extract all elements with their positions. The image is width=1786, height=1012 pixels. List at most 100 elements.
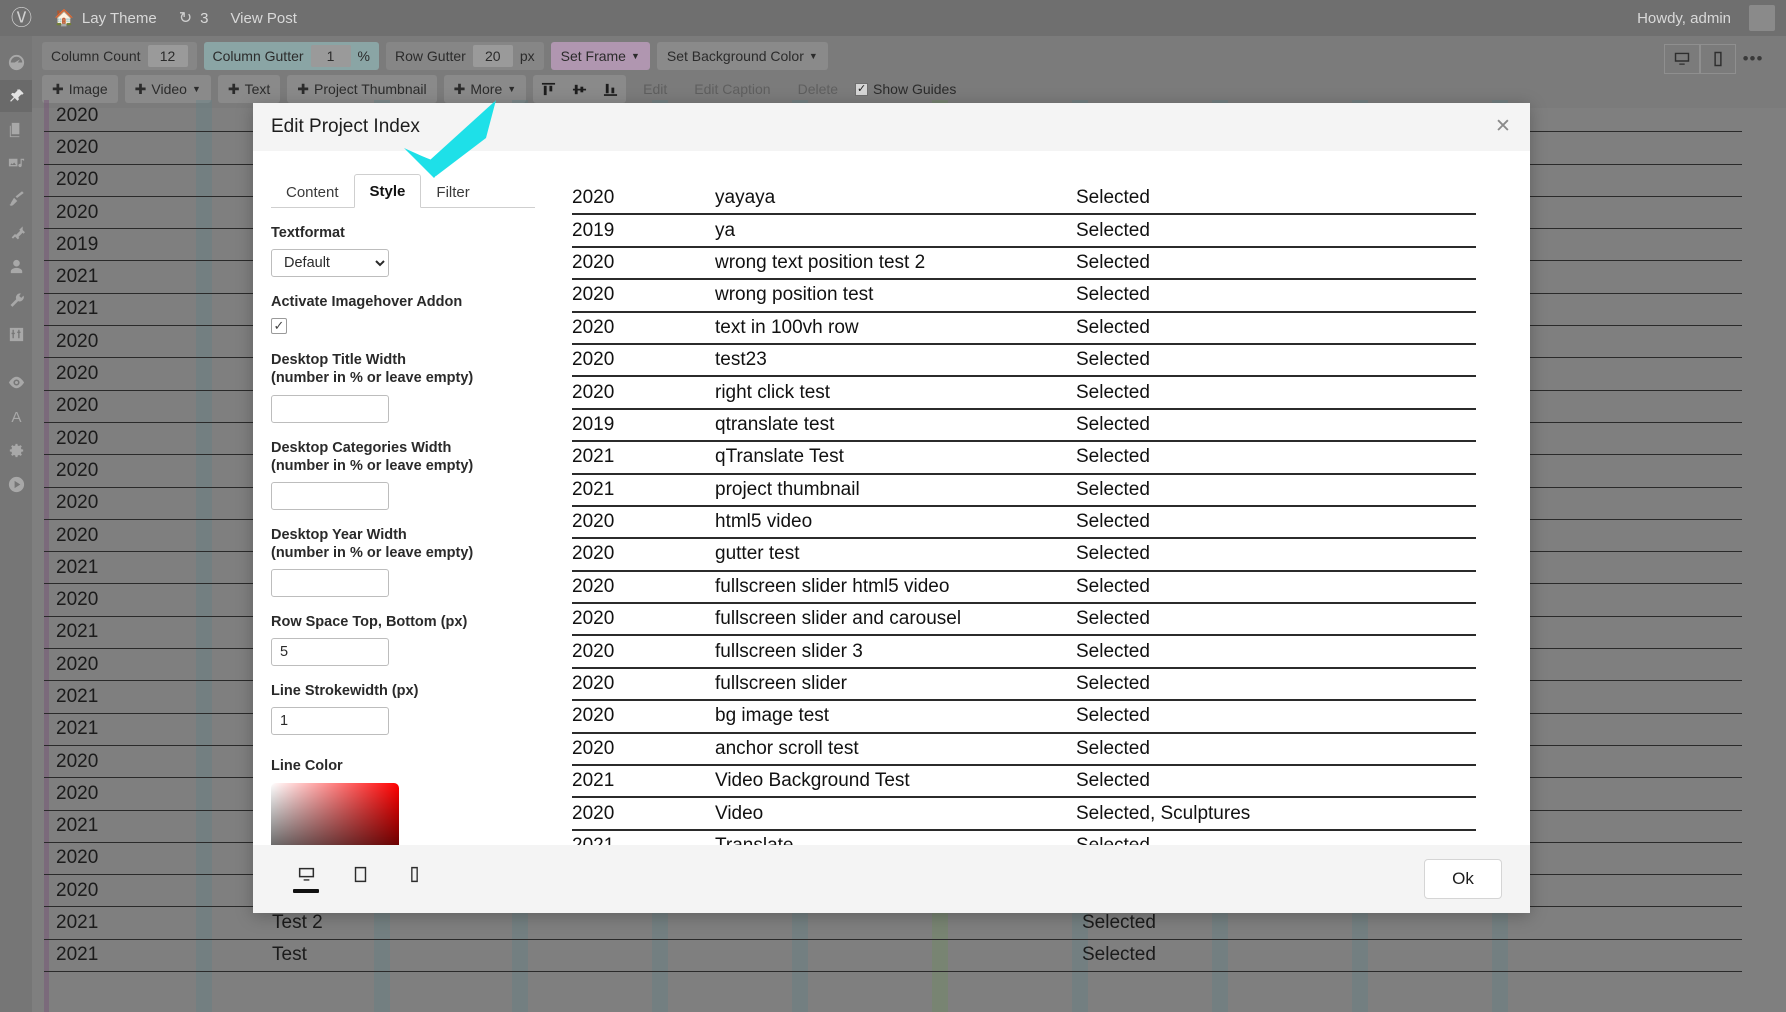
edit-button[interactable]: Edit (633, 75, 677, 103)
sidebar-item-options[interactable] (0, 434, 32, 466)
cell-year: 2021 (56, 685, 99, 707)
desktop-title-width-input[interactable] (271, 394, 389, 423)
close-icon[interactable]: ✕ (1490, 113, 1516, 139)
plug-icon (11, 225, 25, 239)
row-gutter-input[interactable] (472, 45, 513, 67)
table-row[interactable]: 2019 qtranslate test Selected (572, 410, 1476, 443)
set-frame-button[interactable]: Set Frame ▼ (550, 42, 650, 70)
table-row[interactable]: 2020 html5 video Selected (572, 507, 1476, 540)
sidebar-item-plugins[interactable] (0, 216, 32, 248)
table-row[interactable]: 2020 bg image test Selected (572, 701, 1476, 734)
edit-caption-button[interactable]: Edit Caption (684, 75, 780, 103)
comments-menu[interactable]: ↻ 3 (168, 0, 220, 36)
tab-style[interactable]: Style (353, 174, 422, 208)
line-strokewidth-input[interactable] (271, 707, 389, 736)
table-row[interactable]: 2020 wrong position test Selected (572, 280, 1476, 313)
sidebar-item-settings[interactable] (0, 318, 32, 350)
sidebar-item-appearance[interactable] (0, 182, 32, 214)
table-row[interactable]: 2020 wrong text position test 2 Selected (572, 248, 1476, 281)
table-row[interactable]: 2019 ya Selected (572, 215, 1476, 248)
desktop-year-width-input[interactable] (271, 569, 389, 597)
sidebar-item-pages[interactable] (0, 114, 32, 146)
cell-year: 2019 (572, 413, 615, 435)
sidebar-item-typography[interactable]: A (0, 400, 32, 432)
table-row[interactable]: 2021TranslateSelected (572, 831, 1476, 845)
table-row[interactable]: 2021 project thumbnail Selected (572, 475, 1476, 507)
add-video-label: Video (151, 81, 187, 97)
table-row[interactable]: 2020 gutter test Selected (572, 539, 1476, 572)
wp-logo-menu[interactable]: Ⓥ (0, 0, 43, 36)
sidebar-item-pin[interactable] (0, 80, 38, 112)
sidebar-item-preview[interactable] (0, 366, 32, 398)
more-options-button[interactable]: ••• (1736, 44, 1770, 74)
add-more-button[interactable]: ✚ More ▼ (443, 75, 527, 103)
sidebar-item-tools[interactable] (0, 284, 32, 316)
column-count-input[interactable] (147, 45, 188, 67)
set-background-color-button[interactable]: Set Background Color ▼ (656, 42, 828, 70)
howdy-menu[interactable]: Howdy, admin (1626, 0, 1786, 36)
user-icon (10, 259, 22, 273)
align-bottom-button[interactable] (595, 75, 626, 103)
add-project-thumbnail-button[interactable]: ✚ Project Thumbnail (287, 75, 437, 103)
table-row[interactable]: 2020 test23 Selected (572, 345, 1476, 378)
edit-label: Edit (643, 81, 668, 97)
breakpoint-desktop-button[interactable] (289, 865, 323, 893)
breakpoint-tablet-button[interactable] (343, 865, 377, 893)
table-row[interactable]: 2020 text in 100vh row Selected (572, 313, 1476, 345)
letter-a-icon: A (11, 409, 22, 426)
column-gutter-group[interactable]: Column Gutter % (203, 42, 379, 70)
align-middle-button[interactable] (564, 75, 595, 103)
imagehover-checkbox[interactable]: ✓ (271, 317, 535, 335)
sidebar-item-users[interactable] (0, 250, 32, 282)
align-top-button[interactable] (533, 75, 564, 103)
media-icon (8, 158, 24, 167)
delete-label: Delete (797, 81, 839, 97)
tab-content[interactable]: Content (271, 176, 354, 208)
desktop-categories-width-input[interactable] (271, 481, 389, 510)
table-row[interactable]: 2020 right click test Selected (572, 377, 1476, 410)
table-row[interactable]: 2020 fullscreen slider and carousel Select… (572, 604, 1476, 637)
textformat-select[interactable]: Default (271, 249, 389, 278)
table-row[interactable]: 2020 Video Selected, Sculptures (572, 798, 1476, 831)
cell-categories: Selected (1082, 944, 1156, 966)
tab-filter[interactable]: Filter (421, 176, 484, 208)
cell-year: 2020 (572, 543, 615, 565)
table-row[interactable]: 2021 Test Selected (44, 940, 1742, 973)
show-guides-toggle[interactable]: ✓ Show Guides (855, 81, 956, 97)
set-frame-label: Set Frame (560, 48, 626, 64)
add-video-button[interactable]: ✚ Video ▼ (124, 75, 211, 103)
column-count-group[interactable]: Column Count (42, 42, 197, 70)
sidebar-item-player[interactable] (0, 468, 32, 500)
add-image-button[interactable]: ✚ Image (42, 75, 118, 103)
sidebar-item-media[interactable] (0, 148, 32, 180)
cell-title: Test (272, 944, 307, 966)
ok-button[interactable]: Ok (1424, 859, 1502, 899)
table-row[interactable]: 2020 fullscreen slider Selected (572, 669, 1476, 702)
view-post-label: View Post (230, 9, 297, 27)
delete-button[interactable]: Delete (788, 75, 848, 103)
table-row[interactable]: 2020 yayaya Selected (572, 183, 1476, 216)
table-row[interactable]: 2021 qTranslate Test Selected (572, 442, 1476, 475)
color-saturation-value-area[interactable] (271, 783, 399, 845)
imagehover-label: Activate Imagehover Addon (271, 294, 463, 311)
preview-desktop-button[interactable] (1664, 44, 1700, 74)
view-post-link[interactable]: View Post (219, 0, 307, 36)
row-gutter-group[interactable]: Row Gutter px (386, 42, 544, 70)
cell-year: 2020 (572, 511, 615, 533)
table-row[interactable]: 2020 fullscreen slider html5 video Selecte… (572, 572, 1476, 605)
sidebar-item-dashboard[interactable] (0, 46, 32, 78)
table-row[interactable]: 2020 fullscreen slider 3 Selected (572, 636, 1476, 669)
add-text-button[interactable]: ✚ Text (217, 75, 281, 103)
row-space-input[interactable] (271, 638, 389, 667)
cell-year: 2019 (572, 219, 615, 241)
column-gutter-input[interactable] (310, 45, 351, 67)
table-row[interactable]: 2021 Video Background Test Selected (572, 766, 1476, 799)
site-name-menu[interactable]: 🏠 Lay Theme (43, 0, 168, 36)
breakpoint-mobile-button[interactable] (397, 865, 431, 893)
add-text-label: Text (244, 81, 271, 97)
preview-mobile-button[interactable] (1700, 44, 1736, 74)
pin-icon (9, 88, 24, 102)
column-gutter-unit: % (357, 48, 370, 64)
desktop-title-width-label: Desktop Title Width (271, 352, 406, 369)
table-row[interactable]: 2020 anchor scroll test Selected (572, 734, 1476, 767)
